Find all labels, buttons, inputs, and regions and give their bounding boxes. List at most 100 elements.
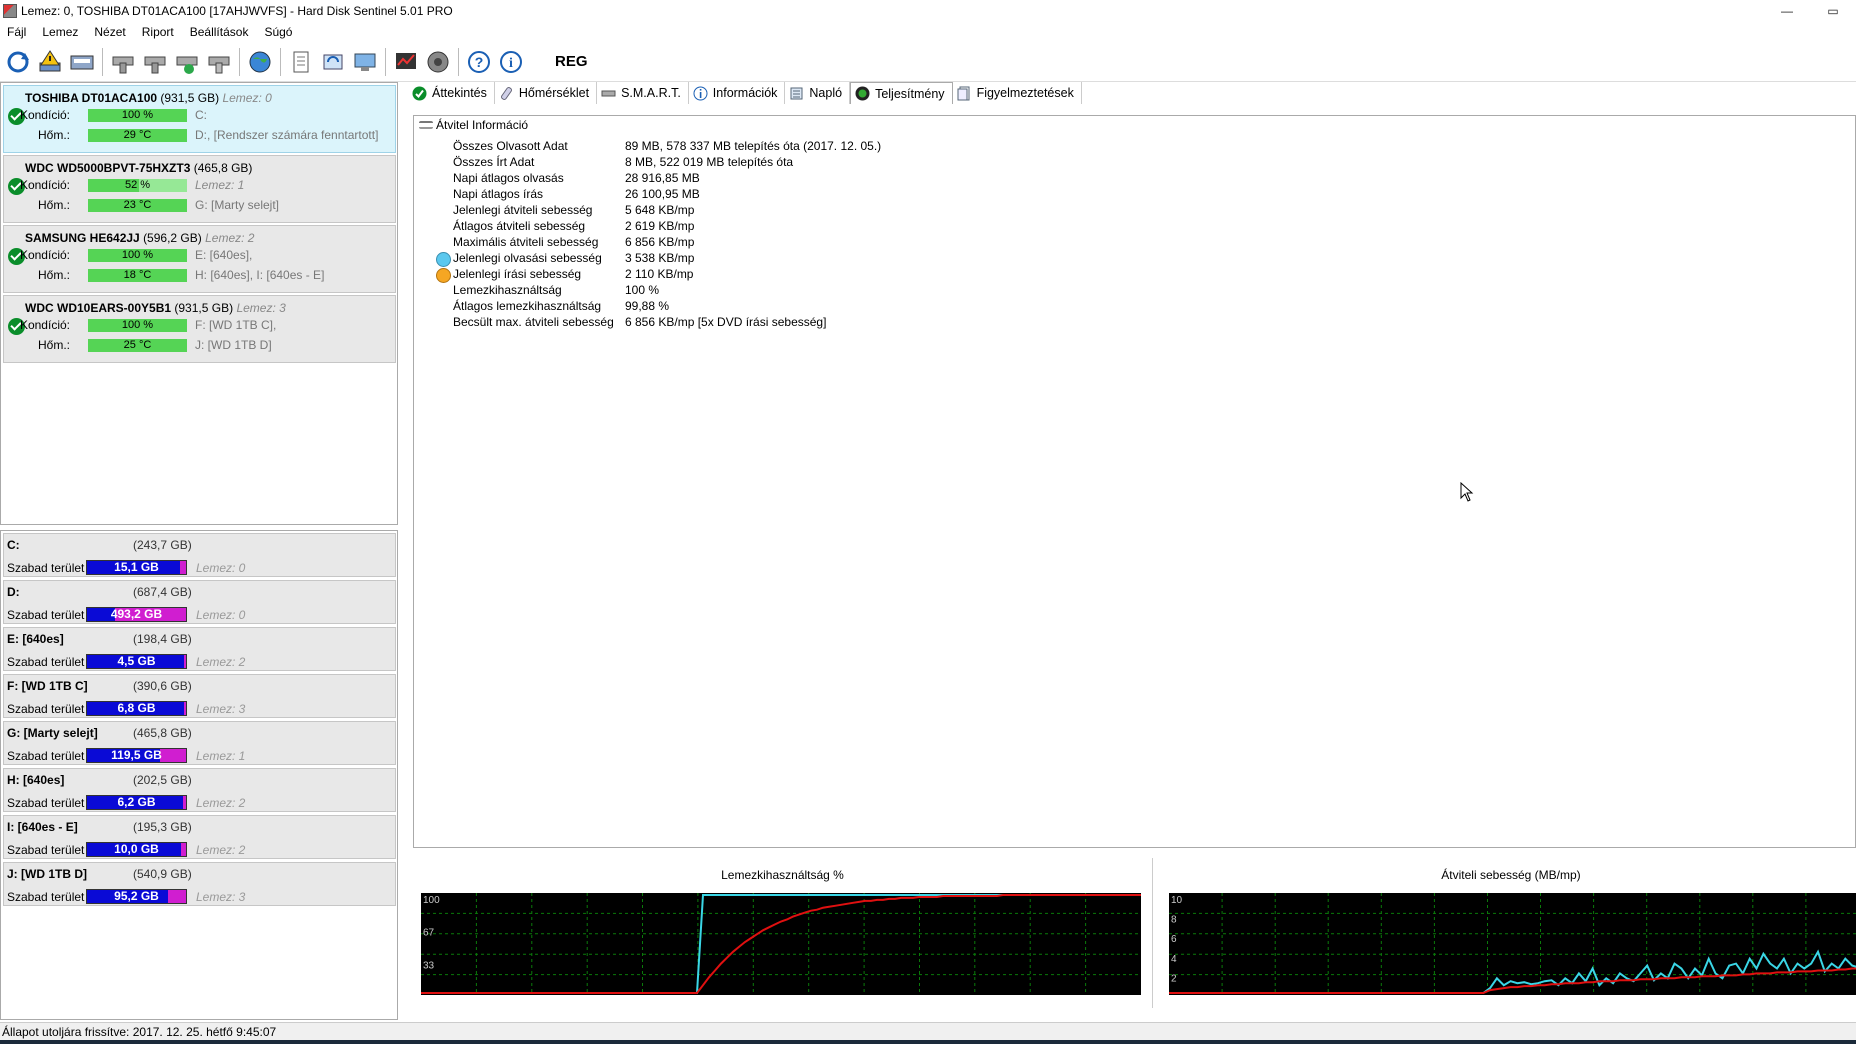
toolbar: ? i REG xyxy=(0,42,1856,82)
tool-1-icon[interactable] xyxy=(109,48,137,76)
disk-name: WDC WD5000BPVT-75HXZT3 xyxy=(25,161,191,175)
temperature-label: Hőm.: xyxy=(37,338,70,352)
window-title: Lemez: 0, TOSHIBA DT01ACA100 [17AHJWVFS]… xyxy=(21,4,453,18)
partition-card[interactable]: J: [WD 1TB D] (540,9 GB) Szabad terület 95,… xyxy=(3,862,396,906)
disk-card[interactable]: SAMSUNG HE642JJ (596,2 GB) Lemez: 2 Kondí… xyxy=(3,225,396,293)
health-label: Kondíció: xyxy=(19,318,70,332)
health-gauge: 100 % xyxy=(88,319,187,332)
menu-report[interactable]: Riport xyxy=(135,25,183,39)
partition-card[interactable]: I: [640es - E] (195,3 GB) Szabad terület 10… xyxy=(3,815,396,859)
toolbar-separator xyxy=(385,47,386,76)
partition-card[interactable]: H: [640es] (202,5 GB) Szabad terület 6,2 GB… xyxy=(3,768,396,812)
info-value: 6 856 KB/mp [5x DVD írási sebesség] xyxy=(625,315,827,329)
tab-label: Áttekintés xyxy=(432,86,487,100)
partition-card[interactable]: C: (243,7 GB) Szabad terület 15,1 GB Lemez: … xyxy=(3,533,396,577)
tool-3-icon[interactable] xyxy=(173,48,201,76)
menu-view[interactable]: Nézet xyxy=(87,25,134,39)
document-icon[interactable] xyxy=(287,48,315,76)
disk-drives-line2: D:, [Rendszer számára fenntartott] xyxy=(195,128,379,142)
temperature-gauge: 18 °C xyxy=(88,269,187,282)
free-space-value: 493,2 GB xyxy=(110,607,163,621)
info-icon[interactable]: i xyxy=(497,48,525,76)
minimize-button[interactable]: — xyxy=(1764,0,1810,22)
free-space-bar: 4,5 GB xyxy=(86,654,187,669)
partition-card[interactable]: G: [Marty selejt] (465,8 GB) Szabad terüle… xyxy=(3,721,396,765)
health-label: Kondíció: xyxy=(19,248,70,262)
taskbar-strip xyxy=(0,1040,1856,1044)
disk-card[interactable]: TOSHIBA DT01ACA100 (931,5 GB) Lemez: 0 Ko… xyxy=(3,85,396,153)
performance-icon xyxy=(855,86,870,101)
disk-drives-line2: G: [Marty selejt] xyxy=(195,198,280,212)
tab-temperature[interactable]: Hőmérséklet xyxy=(495,82,598,104)
tab-log[interactable]: Napló xyxy=(785,82,851,104)
free-space-bar: 6,8 GB xyxy=(86,701,187,716)
temperature-value: 18 °C xyxy=(123,269,152,281)
y-tick-label: 33 xyxy=(423,961,435,972)
write-legend-icon xyxy=(436,268,451,283)
info-key: Becsült max. átviteli sebesség xyxy=(453,315,614,329)
partition-size: (202,5 GB) xyxy=(133,773,192,787)
disk-card[interactable]: WDC WD5000BPVT-75HXZT3 (465,8 GB) Kondíc… xyxy=(3,155,396,223)
sync-icon[interactable] xyxy=(319,48,347,76)
network-icon[interactable] xyxy=(351,48,379,76)
tab-smart[interactable]: S.M.A.R.T. xyxy=(597,82,689,104)
partition-size: (243,7 GB) xyxy=(133,538,192,552)
info-row: Becsült max. átviteli sebesség 6 856 KB/m… xyxy=(453,315,826,334)
temperature-label: Hőm.: xyxy=(37,268,70,282)
tool-2-icon[interactable] xyxy=(141,48,169,76)
partition-card[interactable]: F: [WD 1TB C] (390,6 GB) Szabad terület 6,8… xyxy=(3,674,396,718)
disk-card[interactable]: WDC WD10EARS-00Y5B1 (931,5 GB) Lemez: 3 K… xyxy=(3,295,396,363)
disk-list-panel: TOSHIBA DT01ACA100 (931,5 GB) Lemez: 0 Ko… xyxy=(0,82,398,525)
temperature-value: 29 °C xyxy=(123,129,152,141)
tool-4-icon[interactable] xyxy=(205,48,233,76)
menu-help[interactable]: Súgó xyxy=(257,25,301,39)
tab-alerts[interactable]: Figyelmeztetések xyxy=(953,82,1082,104)
utilization-chart: Lemezkihasználtság % 100 67 33 xyxy=(413,858,1153,1008)
free-space-value: 119,5 GB xyxy=(111,748,162,762)
report-icon[interactable] xyxy=(392,48,420,76)
collapse-icon xyxy=(419,121,433,129)
partition-name: E: [640es] xyxy=(7,632,64,646)
disk-icon[interactable] xyxy=(68,48,96,76)
globe-icon[interactable] xyxy=(246,48,274,76)
warning-disk-icon[interactable] xyxy=(36,48,64,76)
svg-text:i: i xyxy=(509,56,513,71)
partition-card[interactable]: D: (687,4 GB) Szabad terület 493,2 GB Lemez:… xyxy=(3,580,396,624)
partition-name: I: [640es - E] xyxy=(7,820,78,834)
temperature-icon xyxy=(499,86,514,101)
free-space-bar: 119,5 GB xyxy=(86,748,187,763)
menu-settings[interactable]: Beállítások xyxy=(183,25,258,39)
reg-label[interactable]: REG xyxy=(555,53,588,70)
partition-disk-index: Lemez: 3 xyxy=(196,890,246,904)
partition-name: F: [WD 1TB C] xyxy=(7,679,88,693)
partition-card[interactable]: E: [640es] (198,4 GB) Szabad terület 4,5 GB… xyxy=(3,627,396,671)
disk-drives-line2: H: [640es], I: [640es - E] xyxy=(195,268,325,282)
disk-drives-line1: C: xyxy=(195,108,207,122)
temperature-value: 25 °C xyxy=(123,339,152,351)
tab-performance[interactable]: Teljesítmény xyxy=(850,82,953,104)
plot-background xyxy=(421,893,1141,995)
tab-information[interactable]: Információk xyxy=(689,82,786,104)
information-icon xyxy=(693,86,708,101)
partition-size: (465,8 GB) xyxy=(133,726,192,740)
tab-label: Teljesítmény xyxy=(875,86,945,101)
menu-file[interactable]: Fájl xyxy=(0,25,35,39)
free-space-value: 6,2 GB xyxy=(117,795,156,809)
speaker-icon[interactable] xyxy=(424,48,452,76)
health-value: 100 % xyxy=(121,249,154,261)
help-icon[interactable]: ? xyxy=(465,48,493,76)
health-value: 100 % xyxy=(121,319,154,331)
restore-button[interactable]: ▭ xyxy=(1810,0,1856,22)
toolbar-separator xyxy=(239,47,240,76)
free-space-value: 6,8 GB xyxy=(117,701,156,715)
section-header[interactable]: Átvitel Információ xyxy=(419,118,528,132)
y-tick-label: 2 xyxy=(1171,973,1177,984)
menu-disk[interactable]: Lemez xyxy=(35,25,87,39)
tab-overview[interactable]: Áttekintés xyxy=(408,82,495,104)
partition-name: J: [WD 1TB D] xyxy=(7,867,87,881)
disk-name: SAMSUNG HE642JJ xyxy=(25,231,140,245)
health-value: 52 % xyxy=(124,179,151,191)
title-bar: Lemez: 0, TOSHIBA DT01ACA100 [17AHJWVFS]… xyxy=(0,0,1856,22)
refresh-icon[interactable] xyxy=(4,48,32,76)
disk-name-line: WDC WD5000BPVT-75HXZT3 (465,8 GB) xyxy=(25,161,252,175)
